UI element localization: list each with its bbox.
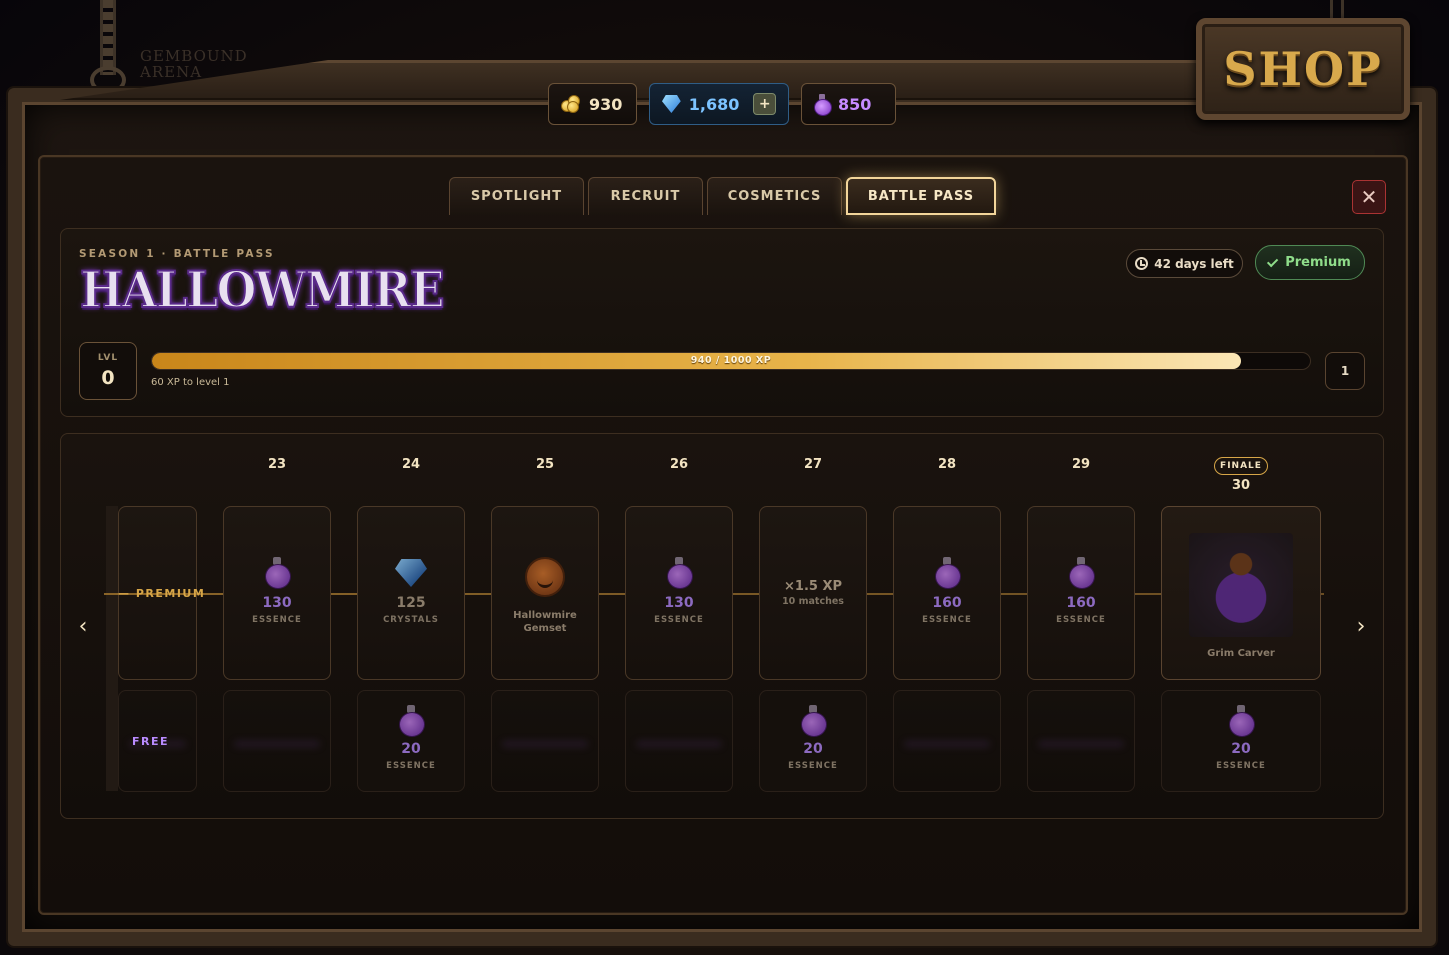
current-level: 0 — [101, 367, 115, 389]
premium-reward-29[interactable]: 160 ESSENCE — [1027, 506, 1135, 680]
scroll-left-arrow[interactable]: ‹ — [73, 613, 93, 639]
track-left-edge — [106, 506, 118, 791]
premium-reward-25[interactable]: Hallowmire Gemset — [491, 506, 599, 680]
xp-to-next-level: 60 XP to level 1 — [151, 377, 230, 388]
tab-cosmetics[interactable]: COSMETICS — [707, 177, 842, 215]
essence-potion-icon — [1069, 557, 1095, 589]
clock-icon — [1135, 257, 1149, 270]
reward-unit: ESSENCE — [386, 761, 436, 771]
free-reward-27[interactable]: 20 ESSENCE — [759, 690, 867, 792]
free-row-label: FREE — [132, 735, 170, 748]
add-gems-button[interactable]: + — [753, 93, 776, 115]
reward-value: 125 — [396, 595, 426, 611]
reward-value: 20 — [1231, 741, 1251, 757]
reward-unit: ESSENCE — [1056, 615, 1106, 625]
reward-value: 20 — [401, 741, 421, 757]
reward-value: 130 — [262, 595, 292, 611]
reward-unit: ESSENCE — [922, 615, 972, 625]
reward-value: 130 — [664, 595, 694, 611]
essence-potion-icon — [399, 705, 425, 737]
gold-currency: 930 — [548, 83, 637, 125]
reward-value: 20 — [803, 741, 823, 757]
free-reward-24[interactable]: 20 ESSENCE — [357, 690, 465, 792]
essence-potion-icon — [265, 557, 291, 589]
xp-boost-duration: 10 matches — [782, 596, 844, 607]
reward-unit: ESSENCE — [654, 615, 704, 625]
essence-potion-icon — [801, 705, 827, 737]
reward-name: Grim Carver — [1207, 648, 1275, 659]
shop-title: SHOP — [1223, 42, 1383, 96]
level-header-29: 29 — [1071, 457, 1091, 472]
level-header-24: 24 — [401, 457, 421, 472]
gem-amount: 1,680 — [688, 94, 740, 114]
level-header-28: 28 — [937, 457, 957, 472]
level-header-23: 23 — [267, 457, 287, 472]
essence-currency: 850 — [801, 83, 896, 125]
essence-amount: 850 — [838, 94, 872, 114]
premium-reward-27[interactable]: ×1.5 XP 10 matches — [759, 506, 867, 680]
premium-reward-28[interactable]: 160 ESSENCE — [893, 506, 1001, 680]
xp-boost-value: ×1.5 XP — [784, 579, 842, 594]
tab-battle-pass[interactable]: BATTLE PASS — [846, 177, 996, 215]
finale-badge: FINALE — [1214, 457, 1268, 475]
reward-unit: CRYSTALS — [383, 615, 439, 625]
reward-name-line1: Hallowmire — [513, 610, 577, 621]
current-level-box: LVL 0 — [79, 342, 137, 400]
gem-currency: 1,680 + — [649, 83, 789, 125]
premium-row-label: — PREMIUM — [118, 587, 206, 600]
free-reward-29-empty — [1027, 690, 1135, 792]
free-reward-28-empty — [893, 690, 1001, 792]
tab-spotlight[interactable]: SPOTLIGHT — [449, 177, 584, 215]
tab-recruit[interactable]: RECRUIT — [588, 177, 703, 215]
grim-carver-art — [1189, 533, 1293, 637]
level-header-30: 30 — [1231, 478, 1251, 493]
essence-potion-icon — [814, 94, 832, 116]
level-label: LVL — [97, 353, 119, 363]
shop-title-plaque: SHOP — [1196, 18, 1410, 120]
free-reward-30[interactable]: 20 ESSENCE — [1161, 690, 1321, 792]
next-level-box: 1 — [1325, 352, 1365, 390]
reward-value: 160 — [932, 595, 962, 611]
reward-unit: ESSENCE — [1216, 761, 1266, 771]
essence-potion-icon — [1229, 705, 1255, 737]
reward-unit: ESSENCE — [788, 761, 838, 771]
season-subtitle: SEASON 1 · BATTLE PASS — [79, 248, 275, 260]
reward-value: 160 — [1066, 595, 1096, 611]
free-reward-26-empty — [625, 690, 733, 792]
free-reward-25-empty — [491, 690, 599, 792]
scroll-right-arrow[interactable]: › — [1351, 613, 1371, 639]
hanging-chain-left — [100, 0, 116, 75]
essence-potion-icon — [667, 557, 693, 589]
crystal-icon — [395, 559, 427, 587]
gem-icon — [662, 95, 681, 113]
level-header-25: 25 — [535, 457, 555, 472]
essence-potion-icon — [935, 557, 961, 589]
premium-reward-26[interactable]: 130 ESSENCE — [625, 506, 733, 680]
check-icon — [1267, 255, 1279, 267]
reward-unit: ESSENCE — [252, 615, 302, 625]
reward-name-line2: Gemset — [523, 623, 567, 634]
level-header-27: 27 — [803, 457, 823, 472]
premium-reward-30-finale[interactable]: Grim Carver — [1161, 506, 1321, 680]
level-header-26: 26 — [669, 457, 689, 472]
close-button[interactable]: ✕ — [1352, 180, 1386, 214]
premium-label: Premium — [1285, 255, 1351, 270]
xp-progress-text: 940 / 1000 XP — [690, 355, 772, 366]
premium-status-badge[interactable]: Premium — [1255, 245, 1365, 280]
days-left-badge: 42 days left — [1126, 249, 1243, 278]
days-left-text: 42 days left — [1154, 256, 1234, 271]
season-title: HALLOWMIRE — [79, 259, 446, 320]
pumpkin-icon — [525, 557, 565, 597]
gold-coins-icon — [561, 95, 581, 113]
premium-reward-24[interactable]: 125 CRYSTALS — [357, 506, 465, 680]
free-reward-23-empty — [223, 690, 331, 792]
premium-reward-23[interactable]: 130 ESSENCE — [223, 506, 331, 680]
gold-amount: 930 — [589, 94, 623, 114]
